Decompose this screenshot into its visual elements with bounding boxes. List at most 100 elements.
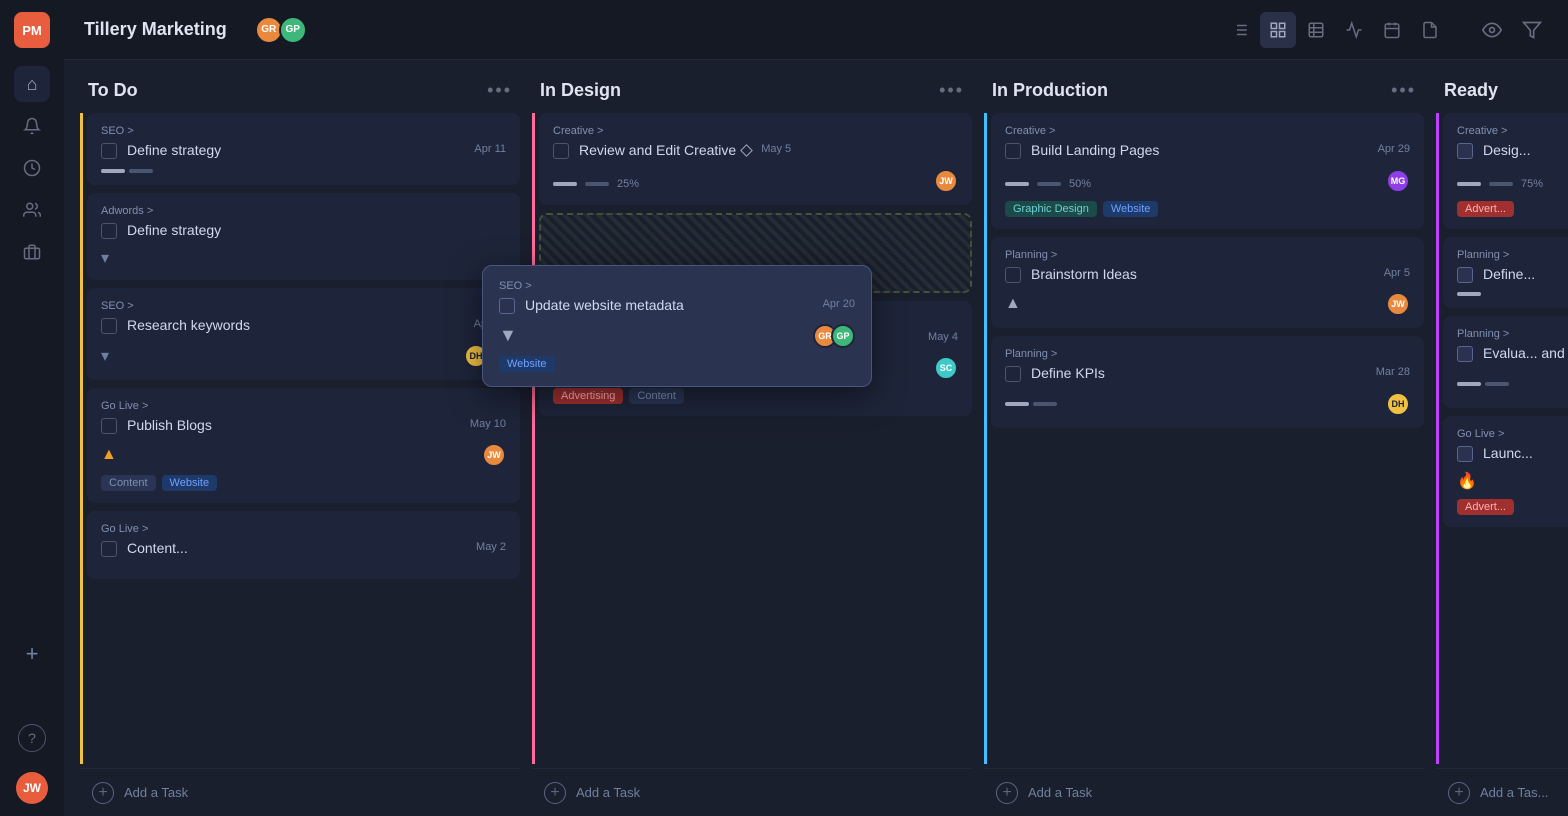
- column-inprod-menu[interactable]: •••: [1391, 80, 1416, 101]
- list-view-btn[interactable]: [1222, 12, 1258, 48]
- task-date: Mar 28: [1376, 366, 1410, 378]
- sidebar: PM ⌂ + ? JW: [0, 0, 64, 816]
- add-task-button[interactable]: + Add a Task: [984, 768, 1424, 816]
- add-task-plus-icon: +: [92, 782, 114, 804]
- task-title: Define KPIs: [1031, 364, 1366, 384]
- task-meta: 50% MG: [1005, 169, 1410, 193]
- column-indesign: In Design ••• Creative > Review and Edit…: [532, 76, 972, 816]
- add-task-label: Add a Task: [1028, 785, 1092, 800]
- task-top: Publish Blogs May 10: [101, 416, 506, 436]
- sidebar-item-help[interactable]: ?: [18, 724, 46, 752]
- column-indesign-menu[interactable]: •••: [939, 80, 964, 101]
- task-card[interactable]: Creative > Desig... 75% MG: [1443, 113, 1568, 229]
- task-category: Adwords >: [101, 205, 506, 217]
- task-category: Go Live >: [101, 400, 506, 412]
- eye-icon[interactable]: [1476, 14, 1508, 46]
- task-checkbox[interactable]: [101, 143, 117, 159]
- task-title: Review and Edit Creative: [579, 141, 736, 161]
- board: To Do ••• SEO > Define strategy Apr 11: [64, 60, 1568, 816]
- task-card[interactable]: Planning > Define...: [1443, 237, 1568, 309]
- task-checkbox[interactable]: [1005, 366, 1021, 382]
- column-inprod-title: In Production: [992, 80, 1108, 101]
- task-title: Launc...: [1483, 444, 1568, 464]
- task-tags: Graphic Design Website: [1005, 201, 1410, 217]
- task-date: Apr 5: [1384, 267, 1410, 279]
- task-checkbox[interactable]: [1457, 446, 1473, 462]
- task-card[interactable]: Creative > Build Landing Pages Apr 29 50…: [991, 113, 1424, 229]
- task-top: Review and Edit Creative May 5: [553, 141, 958, 161]
- task-checkbox[interactable]: [1457, 267, 1473, 283]
- app-logo[interactable]: PM: [14, 12, 50, 48]
- task-meta: ▾: [101, 248, 506, 268]
- task-card[interactable]: Go Live > Content... May 2: [87, 511, 520, 579]
- add-task-button[interactable]: + Add a Task: [532, 768, 972, 816]
- priority-bar: [1457, 382, 1481, 386]
- task-priority: ▲: [1005, 295, 1021, 313]
- drag-card-checkbox[interactable]: [499, 298, 515, 314]
- task-card[interactable]: SEO > Research keywords Apr 13 ▾ DH P: [87, 288, 520, 380]
- task-checkbox[interactable]: [553, 143, 569, 159]
- task-checkbox[interactable]: [1457, 143, 1473, 159]
- task-title: Desig...: [1483, 141, 1568, 161]
- column-todo-menu[interactable]: •••: [487, 80, 512, 101]
- task-card[interactable]: Planning > Evalua... and N... DH: [1443, 316, 1568, 408]
- task-category: Planning >: [1457, 328, 1568, 340]
- gantt-view-btn[interactable]: [1336, 12, 1372, 48]
- doc-view-btn[interactable]: [1412, 12, 1448, 48]
- task-meta: 25% JW: [553, 169, 958, 193]
- task-checkbox[interactable]: [1457, 346, 1473, 362]
- task-card[interactable]: SEO > Define strategy Apr 11: [87, 113, 520, 185]
- task-priority: ▾: [101, 346, 109, 366]
- user-avatar[interactable]: JW: [16, 772, 48, 804]
- task-top: Define strategy: [101, 221, 506, 241]
- task-checkbox[interactable]: [101, 418, 117, 434]
- avatar: JW: [934, 169, 958, 193]
- task-checkbox[interactable]: [1005, 267, 1021, 283]
- task-card[interactable]: Planning > Define KPIs Mar 28 DH: [991, 336, 1424, 428]
- sidebar-item-people[interactable]: [14, 192, 50, 228]
- calendar-view-btn[interactable]: [1374, 12, 1410, 48]
- task-top: Evalua... and N...: [1457, 344, 1568, 364]
- task-top: Define...: [1457, 265, 1568, 285]
- tag-website: Website: [499, 356, 555, 372]
- task-checkbox[interactable]: [1005, 143, 1021, 159]
- sidebar-item-notifications[interactable]: [14, 108, 50, 144]
- filter-icon[interactable]: [1516, 14, 1548, 46]
- member-avatar-gp[interactable]: GP: [279, 16, 307, 44]
- task-avatars: JW: [934, 169, 958, 193]
- task-title-row: Review and Edit Creative: [579, 141, 751, 161]
- add-task-button[interactable]: + Add a Task: [80, 768, 520, 816]
- task-checkbox[interactable]: [101, 318, 117, 334]
- add-task-label: Add a Tas...: [1480, 785, 1548, 800]
- add-task-button[interactable]: + Add a Tas...: [1436, 768, 1568, 816]
- task-priority: [1457, 382, 1509, 386]
- task-meta: [1457, 292, 1568, 296]
- view-switcher: [1222, 12, 1448, 48]
- board-view-btn[interactable]: [1260, 12, 1296, 48]
- task-card[interactable]: Creative > Review and Edit Creative May …: [539, 113, 972, 205]
- column-todo-header: To Do •••: [80, 76, 520, 113]
- task-date: May 2: [476, 541, 506, 553]
- task-checkbox[interactable]: [101, 223, 117, 239]
- column-todo-title: To Do: [88, 80, 138, 101]
- task-avatars: DH: [1386, 392, 1410, 416]
- task-checkbox[interactable]: [101, 541, 117, 557]
- task-card[interactable]: Go Live > Launc... 🔥 Advert...: [1443, 416, 1568, 528]
- project-title: Tillery Marketing: [84, 19, 227, 40]
- task-card[interactable]: Planning > Brainstorm Ideas Apr 5 ▲ JW: [991, 237, 1424, 329]
- sidebar-item-add[interactable]: +: [14, 636, 50, 672]
- avatar: DH: [1386, 392, 1410, 416]
- task-card[interactable]: Go Live > Publish Blogs May 10 ▲ JW: [87, 388, 520, 504]
- task-tags: Advert...: [1457, 201, 1568, 217]
- project-members: GR GP: [255, 16, 307, 44]
- table-view-btn[interactable]: [1298, 12, 1334, 48]
- task-card[interactable]: Adwords > Define strategy ▾: [87, 193, 520, 281]
- sidebar-item-time[interactable]: [14, 150, 50, 186]
- sidebar-item-home[interactable]: ⌂: [14, 66, 50, 102]
- topbar: Tillery Marketing GR GP: [64, 0, 1568, 60]
- task-category: SEO >: [101, 125, 506, 137]
- task-tags: Advertising Content: [553, 388, 958, 404]
- task-title: Publish Blogs: [127, 416, 460, 436]
- task-date: Apr 29: [1378, 143, 1410, 155]
- sidebar-item-briefcase[interactable]: [14, 234, 50, 270]
